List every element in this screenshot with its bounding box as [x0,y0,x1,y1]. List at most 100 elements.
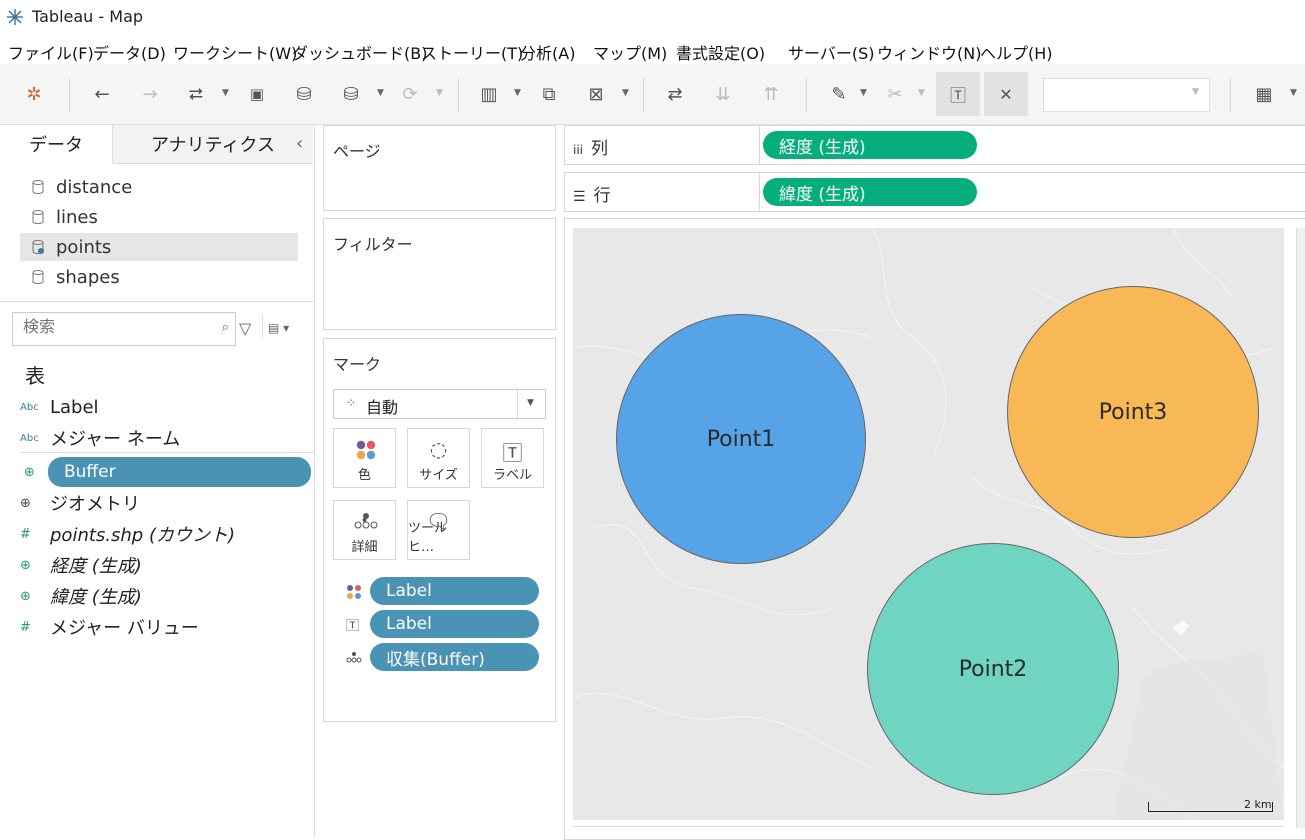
menu-story[interactable]: ストーリー(T) [421,40,523,64]
undo-icon[interactable]: ← [88,80,116,108]
label-pill[interactable]: Label [370,610,539,638]
field-item-selected[interactable]: ⊕ Buffer [24,457,311,487]
menu-data[interactable]: データ(D) [93,40,166,64]
mark-type-dropdown[interactable]: ⁘ 自動 ▼ [333,389,546,419]
clear-sheet-icon[interactable]: ⊠ [582,80,610,108]
map-point-circle[interactable]: Point3 [1007,286,1259,538]
map-point-label: Point3 [1098,400,1168,425]
highlight-icon[interactable]: ✎ [825,80,853,108]
menu-analysis[interactable]: 分析(A) [520,40,575,64]
menu-file[interactable]: ファイル(F) [8,40,94,64]
field-item[interactable]: # points.shp (カウント) [20,519,235,549]
tableau-start-icon[interactable]: ✲ [20,80,48,108]
tab-data[interactable]: データ [0,125,113,163]
swap-rows-columns-icon[interactable]: ⇄ [661,80,689,108]
tab-analytics[interactable]: アナリティクス [113,125,313,164]
columns-icon: iii [573,143,584,157]
swap-icon[interactable]: ⮂ [182,80,210,108]
field-item[interactable]: ⊕ ジオメトリ [20,488,140,518]
field-item[interactable]: ⊕ 経度 (生成) [20,550,142,580]
rows-pill[interactable]: 緯度 (生成) [763,178,977,206]
menu-worksheet[interactable]: ワークシート(W) [173,40,297,64]
filters-shelf[interactable]: フィルター [323,218,556,330]
field-label: 緯度 (生成) [50,587,142,608]
tooltip-button[interactable]: 🗨 ツールヒ… [407,500,470,560]
show-me-icon[interactable]: ▦ [1250,80,1278,108]
horizontal-scrollbar[interactable] [573,826,1284,839]
sort-descending-icon[interactable]: ⇈ [757,80,785,108]
chevron-down-icon[interactable]: ▼ [1290,88,1297,98]
columns-label-text: 列 [591,139,609,159]
show-mark-labels-icon[interactable]: 🅃 [936,72,980,116]
detail-button[interactable]: • 詳細 [333,500,396,560]
database-icon [32,270,44,285]
map-point-circle[interactable]: Point1 [616,314,866,564]
automatic-mark-icon: ⁘ [346,396,357,410]
map-point-circle[interactable]: Point2 [867,543,1119,795]
divider [759,173,760,211]
menu-window[interactable]: ウィンドウ(N) [877,40,981,64]
search-field[interactable]: ⌕ [12,312,236,346]
redo-icon[interactable]: → [136,80,164,108]
chevron-down-icon[interactable]: ▼ [622,88,629,98]
group-members-icon[interactable]: ✂ [881,80,909,108]
fix-axes-icon[interactable]: ✕ [984,72,1028,116]
color-pill[interactable]: Label [370,577,539,605]
new-datasource-icon[interactable]: ⛁ [290,80,318,108]
vertical-scrollbar[interactable] [1296,228,1305,828]
field-label: 経度 (生成) [50,556,142,577]
menu-format[interactable]: 書式設定(O) [676,40,765,64]
map-point-label: Point1 [706,427,776,452]
rows-label-text: 行 [593,186,611,206]
color-button[interactable]: 色 [333,428,396,488]
chevron-down-icon[interactable]: ▼ [860,88,867,98]
menu-dashboard[interactable]: ダッシュボード(B) [292,40,427,64]
datasource-label: distance [56,176,133,198]
chevron-down-icon[interactable]: ▼ [918,88,925,98]
color-icon [347,585,361,599]
menu-help[interactable]: ヘルプ(H) [980,40,1053,64]
collapse-pane-icon[interactable]: ‹ [296,133,303,154]
menu-server[interactable]: サーバー(S) [788,40,874,64]
duplicate-sheet-icon[interactable]: ⧉ [535,80,563,108]
chevron-down-icon[interactable]: ▼ [377,88,384,98]
pages-shelf[interactable]: ページ [323,125,556,211]
field-item[interactable]: ⊕ 緯度 (生成) [20,581,142,611]
rows-shelf-label: ☰ 行 [573,181,611,206]
chevron-down-icon[interactable]: ▼ [436,88,443,98]
sort-ascending-icon[interactable]: ⇊ [709,80,737,108]
new-worksheet-icon[interactable]: ▥ [475,80,503,108]
label-button[interactable]: 🅃 ラベル [481,428,544,488]
datasource-item[interactable]: lines [20,203,298,231]
database-icon [32,180,44,195]
save-icon[interactable]: ▣ [243,80,271,108]
search-input[interactable] [21,318,205,338]
filter-icon[interactable]: ▽ [239,319,251,338]
field-item[interactable]: Abc Label [20,392,99,422]
detail-pill[interactable]: 収集(Buffer) [370,643,539,671]
toolbar-separator [806,78,807,112]
size-button[interactable]: ◌ サイズ [407,428,470,488]
label-button-label: ラベル [492,468,532,483]
chevron-down-icon[interactable]: ▼ [222,88,229,98]
menu-map[interactable]: マップ(M) [593,40,667,64]
rows-shelf[interactable]: ☰ 行 緯度 (生成) [564,172,1305,212]
geo-type-icon: ⊕ [20,588,31,604]
detail-button-label: 詳細 [351,540,378,555]
datasource-item[interactable]: shapes [20,263,298,291]
field-label: Label [50,396,99,418]
chevron-down-icon[interactable]: ▼ [514,88,521,98]
field-item[interactable]: Abc メジャー ネーム [20,423,180,453]
map-canvas[interactable]: Point1 Point3 Point2 2 km [573,228,1284,820]
view-options-icon[interactable]: ▤ ▾ [268,321,289,335]
datasource-item-selected[interactable]: points [20,233,298,261]
datasource-item[interactable]: distance [20,173,298,201]
fit-dropdown[interactable]: ▼ [1043,78,1210,112]
pause-updates-icon[interactable]: ⛁ [337,80,365,108]
field-item[interactable]: # メジャー バリュー [20,612,199,642]
field-pill[interactable]: Buffer [48,457,311,487]
tooltip-icon: 🗨 [425,509,452,533]
columns-shelf[interactable]: iii 列 経度 (生成) [564,125,1305,165]
columns-pill[interactable]: 経度 (生成) [763,131,977,159]
refresh-icon[interactable]: ⟳ [396,80,424,108]
